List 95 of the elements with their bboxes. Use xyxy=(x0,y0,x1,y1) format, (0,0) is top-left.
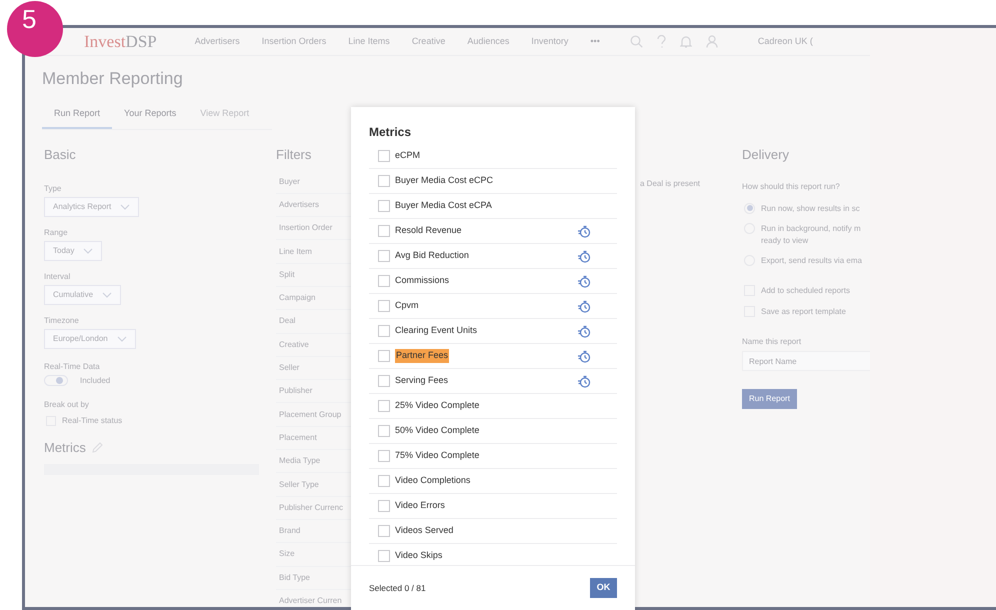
app-logo: InvestDSP xyxy=(84,33,157,50)
radio-label: Run in background, notify m xyxy=(761,222,861,234)
metric-label[interactable]: Partner Fees xyxy=(395,349,450,363)
stopwatch-icon xyxy=(577,374,591,388)
report-name-field[interactable]: Report Name xyxy=(742,351,872,371)
nav-link[interactable]: Inventory xyxy=(531,34,568,48)
radio-label: Run now, show results in sc xyxy=(761,202,860,214)
checkbox[interactable] xyxy=(378,325,390,337)
checkbox[interactable] xyxy=(378,225,390,237)
metric-label[interactable]: Buyer Media Cost eCPC xyxy=(395,174,494,188)
stopwatch-icon xyxy=(577,300,591,312)
metric-label[interactable]: eCPM xyxy=(395,150,420,163)
metric-label[interactable]: Video Skips xyxy=(395,549,442,563)
checkbox[interactable] xyxy=(378,350,390,362)
radio-button[interactable] xyxy=(744,202,755,214)
metric-label[interactable]: Buyer Media Cost eCPA xyxy=(395,199,492,213)
field-label: Range xyxy=(44,226,68,238)
metric-label[interactable]: Serving Fees xyxy=(395,374,448,388)
metric-label[interactable]: Video Errors xyxy=(395,499,445,513)
checkbox[interactable] xyxy=(378,400,390,412)
step-badge: 5 xyxy=(7,1,63,57)
chevron-down-icon xyxy=(120,204,130,210)
metric-label[interactable]: 75% Video Complete xyxy=(395,449,480,463)
field-label: Real-Time Data xyxy=(44,360,100,372)
radio-label: Export, send results via ema xyxy=(761,254,862,266)
stopwatch-icon xyxy=(577,350,591,362)
chevron-down-icon xyxy=(116,336,127,342)
section-title: Basic xyxy=(44,148,77,160)
checkbox[interactable] xyxy=(378,550,390,562)
selected-count: Selected 0 / 81 xyxy=(369,582,426,594)
metric-label[interactable]: Cpvm xyxy=(395,299,419,313)
metric-label[interactable]: Resold Revenue xyxy=(395,224,462,238)
metric-label[interactable]: Video Completions xyxy=(395,474,470,488)
checkbox-label: Real-Time status xyxy=(62,414,122,426)
page-title: Member Reporting xyxy=(42,70,184,87)
metric-label[interactable]: Clearing Event Units xyxy=(395,324,478,338)
checkbox[interactable] xyxy=(378,250,390,262)
toggle-switch[interactable] xyxy=(44,375,68,386)
stopwatch-icon xyxy=(577,224,591,238)
metric-label[interactable]: 25% Video Complete xyxy=(395,399,480,413)
bell-icon[interactable] xyxy=(680,35,692,48)
dropdown[interactable]: Cumulative xyxy=(44,284,122,304)
chevron-down-icon xyxy=(102,292,112,298)
section-title: Metrics xyxy=(44,440,86,454)
dropdown[interactable]: Analytics Report xyxy=(44,196,140,216)
question-text: How should this report run? xyxy=(742,180,841,192)
ok-button[interactable]: OK xyxy=(590,578,617,598)
checkbox[interactable] xyxy=(378,200,390,212)
checkbox[interactable] xyxy=(378,500,390,512)
search-icon[interactable] xyxy=(630,35,643,48)
metric-label[interactable]: Avg Bid Reduction xyxy=(395,249,469,263)
field-label: Interval xyxy=(44,270,70,282)
nav-link[interactable]: Audiences xyxy=(467,34,510,48)
checkbox-label: Save as report template xyxy=(761,306,846,318)
run-report-button[interactable]: Run Report xyxy=(742,388,797,408)
metric-label[interactable]: 50% Video Complete xyxy=(395,424,480,438)
metric-label[interactable]: Videos Served xyxy=(395,524,454,538)
field-label: Type xyxy=(44,182,62,194)
section-title: Delivery xyxy=(742,148,790,160)
checkbox-label: Add to scheduled reports xyxy=(761,284,850,296)
checkbox[interactable] xyxy=(378,525,390,537)
toggle-label: Included xyxy=(80,374,110,386)
field-label: Timezone xyxy=(44,314,79,326)
checkbox[interactable] xyxy=(378,375,390,387)
dropdown[interactable]: Today xyxy=(44,240,102,260)
checkbox[interactable] xyxy=(378,275,390,287)
dialog-title: Metrics xyxy=(369,126,412,138)
pencil-icon[interactable] xyxy=(92,442,103,452)
checkbox[interactable] xyxy=(378,475,390,487)
filter-note: a Deal is present xyxy=(640,178,700,188)
help-icon[interactable] xyxy=(656,35,666,48)
stopwatch-icon xyxy=(577,250,591,262)
checkbox[interactable] xyxy=(378,150,390,162)
nav-link[interactable]: Advertisers xyxy=(194,34,240,48)
chevron-down-icon xyxy=(83,248,94,254)
stopwatch-icon xyxy=(577,324,591,338)
dropdown[interactable]: Europe/London xyxy=(44,328,136,348)
stopwatch-icon xyxy=(577,274,591,288)
radio-sublabel: ready to view xyxy=(761,234,810,246)
tab[interactable]: Your Reports xyxy=(112,107,188,128)
account-name[interactable]: Cadreon UK ( xyxy=(758,34,813,48)
tab[interactable]: Run Report xyxy=(42,107,112,128)
user-icon[interactable] xyxy=(706,35,718,48)
field-label: Break out by xyxy=(44,398,89,410)
nav-link[interactable]: ••• xyxy=(590,34,600,48)
nav-link[interactable]: Line Items xyxy=(348,34,390,48)
section-title: Filters xyxy=(276,148,312,160)
checkbox[interactable] xyxy=(378,425,390,437)
nav-link[interactable]: Insertion Orders xyxy=(262,34,326,48)
field-label: Name this report xyxy=(742,336,802,348)
checkbox[interactable] xyxy=(378,175,390,187)
nav-link[interactable]: Creative xyxy=(412,34,446,48)
checkbox[interactable] xyxy=(378,300,390,312)
checkbox[interactable] xyxy=(378,450,390,462)
metric-label[interactable]: Commissions xyxy=(395,274,450,288)
